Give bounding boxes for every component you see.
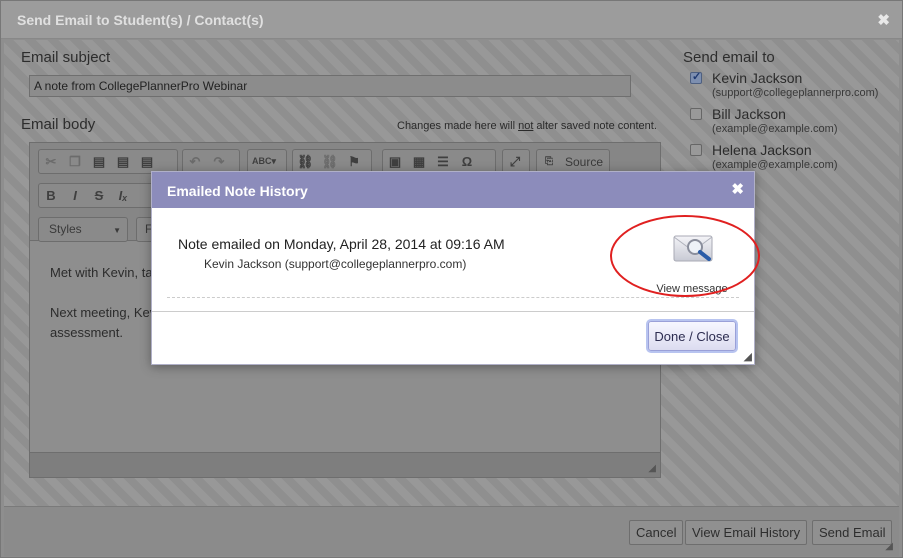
recipient-checkbox-helena[interactable] <box>690 144 702 156</box>
entry-date: Note emailed on Monday, April 28, 2014 a… <box>178 236 505 252</box>
recipient-email: (example@example.com) <box>712 123 838 135</box>
table-icon[interactable]: ▦ <box>411 154 427 170</box>
resize-grip-icon[interactable]: ◢ <box>885 541 893 552</box>
body-note-before: Changes made here will <box>397 120 519 132</box>
spellcheck-icon[interactable]: ABC▾ <box>252 156 276 167</box>
send-email-button[interactable]: Send Email <box>812 520 893 545</box>
recipient-name: Helena Jackson <box>712 142 812 158</box>
horizontal-rule-icon[interactable]: ☰ <box>435 154 451 170</box>
editor-footer: ◢ <box>30 452 660 477</box>
recipient-name: Bill Jackson <box>712 106 786 122</box>
undo-icon[interactable]: ↶ <box>187 154 203 170</box>
body-note-after: alter saved note content. <box>533 120 657 132</box>
link-icon[interactable]: ⛓ <box>297 154 314 170</box>
paste-word-icon[interactable]: ▤ <box>139 154 155 170</box>
dialog-title: Send Email to Student(s) / Contact(s) <box>17 12 264 28</box>
paste-text-icon[interactable]: ▤ <box>115 154 131 170</box>
source-icon: ⎘ <box>545 156 553 167</box>
recipient-email: (support@collegeplannerpro.com) <box>712 87 879 99</box>
anchor-flag-icon[interactable]: ⚑ <box>346 154 362 170</box>
image-icon[interactable]: ▣ <box>387 154 403 170</box>
email-body-label: Email body <box>21 116 96 133</box>
format-group: B I S Iₓ <box>38 183 163 208</box>
view-email-history-button[interactable]: View Email History <box>685 520 808 545</box>
styles-label: Styles <box>49 222 82 236</box>
close-icon[interactable]: ✖ <box>877 11 890 29</box>
send-to-label: Send email to <box>683 49 775 66</box>
body-line-3: assessment. <box>50 325 123 340</box>
close-icon[interactable]: ✖ <box>731 180 744 198</box>
body-note: Changes made here will not alter saved n… <box>397 120 657 132</box>
body-line-1: Met with Kevin, ta <box>50 265 153 280</box>
maximize-icon[interactable]: ⤢ <box>507 154 523 170</box>
done-close-button[interactable]: Done / Close <box>648 321 736 351</box>
chevron-down-icon: ▼ <box>113 226 121 235</box>
modal-titlebar: Emailed Note History ✖ <box>152 172 754 208</box>
recipient-checkbox-kevin[interactable] <box>690 70 702 84</box>
body-note-emph: not <box>518 120 534 132</box>
strike-icon[interactable]: S <box>91 188 107 203</box>
redo-icon[interactable]: ↷ <box>211 154 227 170</box>
dialog-titlebar: Send Email to Student(s) / Contact(s) ✖ <box>1 1 902 39</box>
email-subject-label: Email subject <box>21 49 111 66</box>
paste-icon[interactable]: ▤ <box>91 154 107 170</box>
body-line-2: Next meeting, Kev <box>50 305 157 320</box>
entry-recipient: Kevin Jackson (support@collegeplannerpro… <box>204 257 467 271</box>
emailed-note-history-modal: Emailed Note History ✖ Note emailed on M… <box>151 171 760 365</box>
unlink-icon[interactable]: ⛓ <box>322 154 339 170</box>
resize-grip-icon[interactable]: ◢ <box>744 350 752 363</box>
email-subject-input[interactable] <box>29 75 631 97</box>
source-label: Source <box>565 154 604 169</box>
resize-grip-icon[interactable]: ◢ <box>648 463 656 474</box>
styles-dropdown[interactable]: Styles ▼ <box>38 217 128 242</box>
copy-icon[interactable]: ❐ <box>67 154 83 170</box>
modal-divider <box>152 311 754 312</box>
recipient-checkbox-bill[interactable] <box>690 108 702 120</box>
dialog-footer: Cancel View Email History Send Email ◢ <box>4 506 899 556</box>
special-char-icon[interactable]: Ω <box>459 154 475 169</box>
recipient-name: Kevin Jackson <box>712 70 803 86</box>
cut-icon[interactable]: ✂ <box>43 154 59 170</box>
recipient-email: (example@example.com) <box>712 159 838 171</box>
remove-format-icon[interactable]: Iₓ <box>115 188 131 203</box>
modal-title: Emailed Note History <box>167 183 308 199</box>
cancel-button[interactable]: Cancel <box>629 520 684 545</box>
highlight-annotation <box>610 215 760 297</box>
bold-icon[interactable]: B <box>43 188 59 203</box>
italic-icon[interactable]: I <box>67 188 83 203</box>
